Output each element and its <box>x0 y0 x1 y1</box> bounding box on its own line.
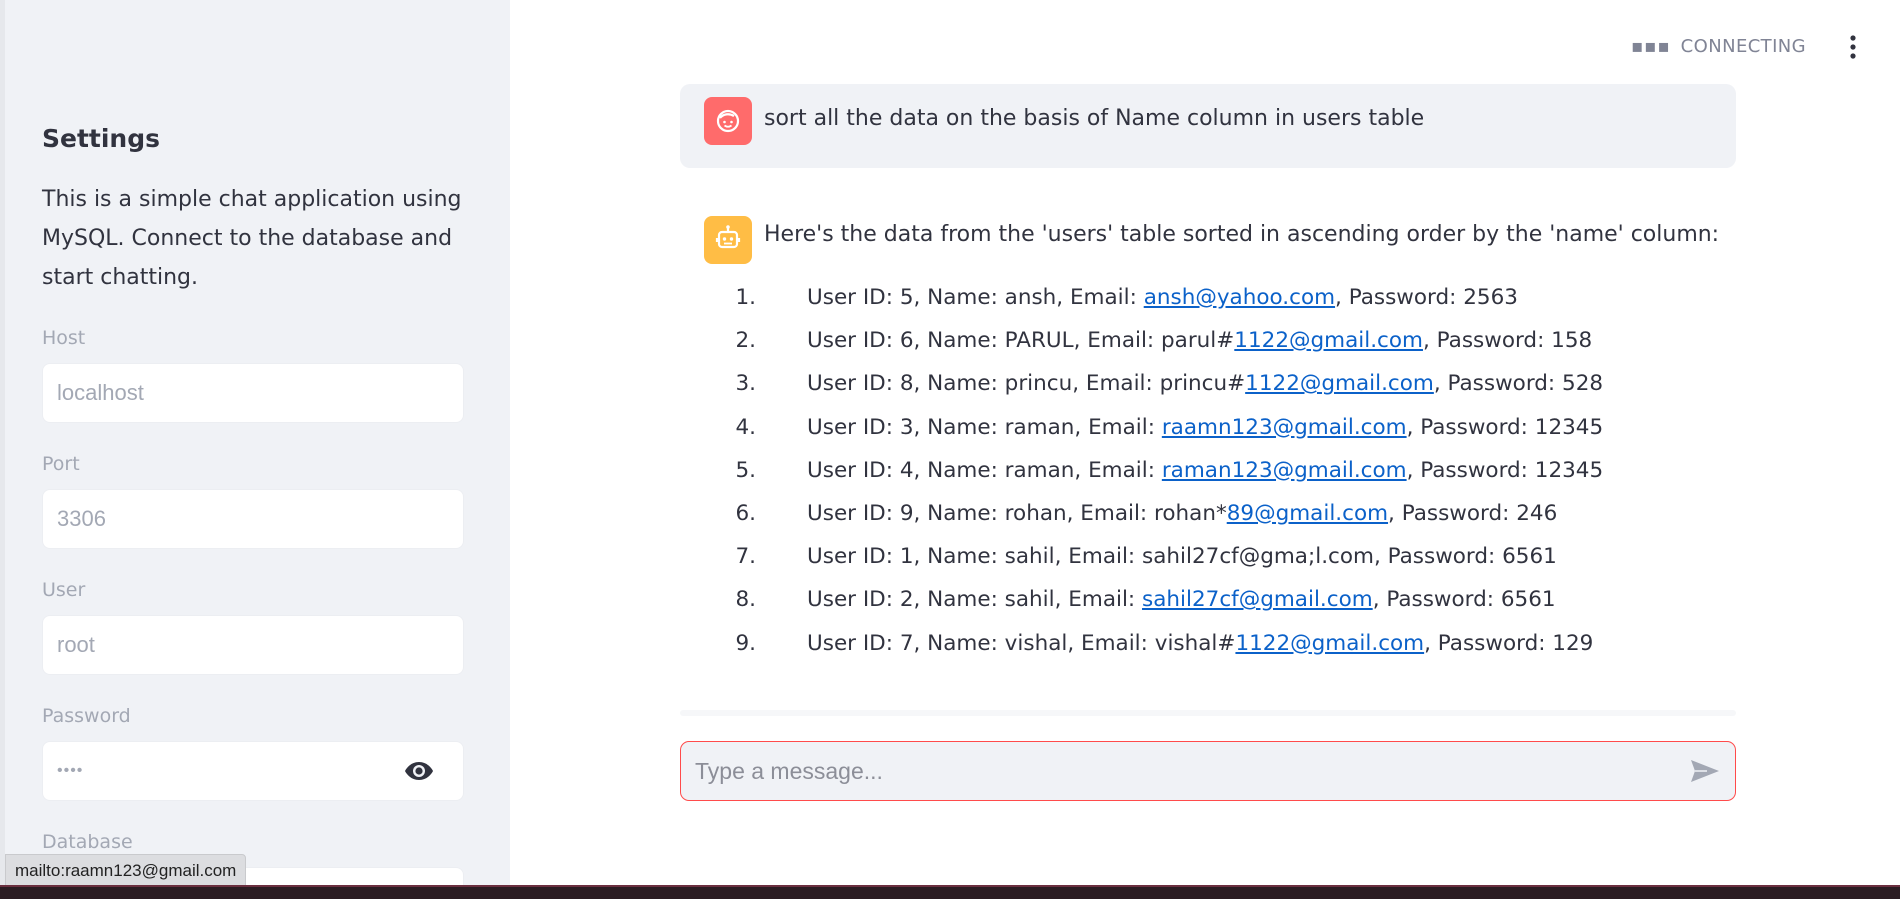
row-text-suffix: , Password: 12345 <box>1406 457 1604 483</box>
list-item-text: User ID: 6, Name: PARUL, Email: parul#11… <box>807 323 1592 359</box>
list-item-text: User ID: 3, Name: raman, Email: raamn123… <box>807 410 1603 446</box>
list-item-text: User ID: 4, Name: raman, Email: raman123… <box>807 453 1603 489</box>
connection-status: ▪▪▪ CONNECTING <box>1631 36 1806 57</box>
robot-icon <box>704 216 752 264</box>
list-item-text: User ID: 2, Name: sahil, Email: sahil27c… <box>807 582 1556 618</box>
row-text-suffix: , Password: 129 <box>1424 630 1594 656</box>
eye-icon[interactable] <box>404 760 434 782</box>
row-text-prefix: User ID: 5, Name: ansh, Email: <box>807 285 1144 310</box>
row-text-prefix: User ID: 3, Name: raman, Email: <box>807 414 1162 440</box>
list-item-number: 2. <box>735 328 756 354</box>
host-label: Host <box>42 327 86 349</box>
sidebar: Settings This is a simple chat applicati… <box>0 0 510 885</box>
user-message-text: sort all the data on the basis of Name c… <box>764 106 1425 131</box>
list-item-number: 9. <box>735 630 756 656</box>
row-text-prefix: User ID: 2, Name: sahil, Email: <box>807 587 1143 613</box>
row-text-prefix: User ID: 1, Name: sahil, Email: sahil27c… <box>807 544 1557 570</box>
email-link[interactable]: 89@gmail.com <box>1227 501 1388 526</box>
database-label: Database <box>42 831 133 853</box>
row-text-suffix: , Password: 246 <box>1388 500 1558 526</box>
row-text-suffix: , Password: 2563 <box>1335 285 1518 310</box>
user-label: User <box>42 579 86 601</box>
email-link[interactable]: raamn123@gmail.com <box>1162 415 1407 440</box>
row-text-prefix: User ID: 9, Name: rohan, Email: rohan* <box>807 500 1227 526</box>
email-link[interactable]: raman123@gmail.com <box>1162 458 1407 483</box>
row-text-suffix: , Password: 528 <box>1433 371 1604 397</box>
row-text-prefix: User ID: 4, Name: raman, Email: <box>807 457 1162 483</box>
list-item-number: 3. <box>735 371 756 397</box>
link-status-tooltip: mailto:raamn123@gmail.com <box>5 854 247 887</box>
bot-message-intro: Here's the data from the 'users' table s… <box>764 222 1720 247</box>
message-divider <box>680 710 1736 716</box>
user-face-icon <box>704 97 752 145</box>
dots-icon: ▪▪▪ <box>1631 36 1671 57</box>
list-item-number: 5. <box>735 457 756 483</box>
list-item-text: User ID: 5, Name: ansh, Email: ansh@yaho… <box>807 280 1518 316</box>
list-item-number: 7. <box>735 544 756 570</box>
email-link[interactable]: ansh@yahoo.com <box>1144 285 1335 310</box>
password-input[interactable] <box>42 741 464 801</box>
list-item-number: 4. <box>735 414 756 440</box>
list-item-text: User ID: 8, Name: princu, Email: princu#… <box>807 366 1603 402</box>
row-text-prefix: User ID: 6, Name: PARUL, Email: parul# <box>807 328 1235 354</box>
sidebar-title: Settings <box>42 124 161 153</box>
sidebar-description: This is a simple chat application using … <box>42 187 462 290</box>
taskbar-strip <box>0 885 1900 899</box>
connection-status-label: CONNECTING <box>1680 36 1806 57</box>
port-input[interactable] <box>42 489 464 549</box>
row-text-prefix: User ID: 8, Name: princu, Email: princu# <box>807 371 1246 397</box>
chat-input[interactable] <box>693 742 1657 800</box>
list-item-text: User ID: 9, Name: rohan, Email: rohan*89… <box>807 496 1557 532</box>
email-link[interactable]: 1122@gmail.com <box>1245 371 1434 396</box>
email-link[interactable]: sahil27cf@gmail.com <box>1142 587 1373 612</box>
password-label: Password <box>42 705 131 727</box>
row-text-suffix: , Password: 6561 <box>1372 587 1556 613</box>
send-icon[interactable] <box>1689 758 1721 784</box>
host-input[interactable] <box>42 363 464 423</box>
row-text-prefix: User ID: 7, Name: vishal, Email: vishal# <box>807 630 1236 656</box>
list-item-text: User ID: 1, Name: sahil, Email: sahil27c… <box>807 539 1557 575</box>
list-item-text: User ID: 7, Name: vishal, Email: vishal#… <box>807 626 1593 662</box>
email-link[interactable]: 1122@gmail.com <box>1234 328 1423 353</box>
email-link[interactable]: 1122@gmail.com <box>1235 631 1424 656</box>
list-item-number: 1. <box>735 285 756 310</box>
chat-input-container <box>680 741 1736 801</box>
user-input[interactable] <box>42 615 464 675</box>
list-item-number: 8. <box>735 587 756 613</box>
row-text-suffix: , Password: 158 <box>1422 328 1593 354</box>
list-item-number: 6. <box>735 500 756 526</box>
row-text-suffix: , Password: 12345 <box>1406 414 1604 440</box>
kebab-menu-icon[interactable] <box>1843 34 1863 60</box>
port-label: Port <box>42 453 80 475</box>
